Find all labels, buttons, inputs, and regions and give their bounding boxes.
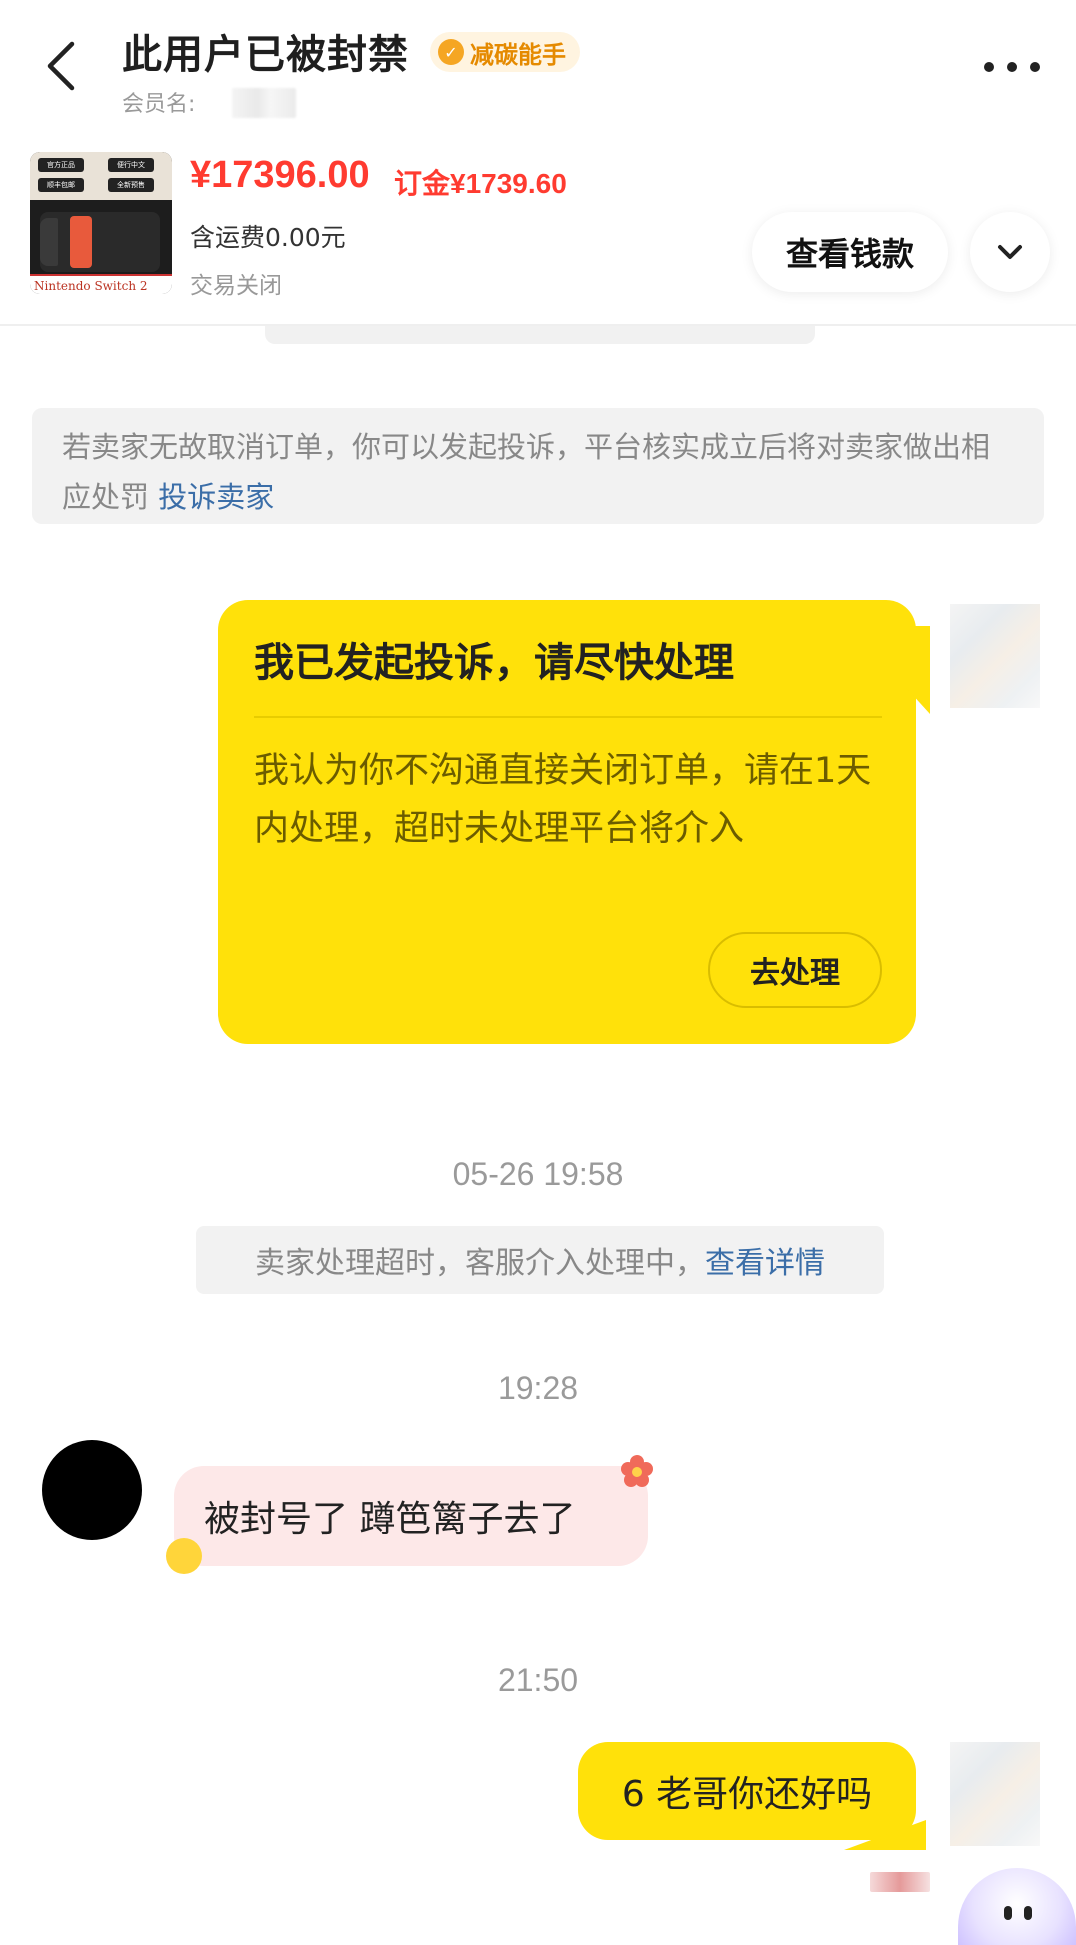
shipping-fee: 含运费0.00元 [190, 223, 346, 252]
complaint-notice: 若卖家无故取消订单，你可以发起投诉，平台核实成立后将对卖家做出相应处罚 投诉卖家 [32, 408, 1044, 524]
back-button[interactable] [36, 38, 86, 94]
console-image [40, 212, 160, 272]
timestamp: 21:50 [497, 1662, 579, 1698]
product-thumbnail[interactable]: 官方正品 便行中文 顺丰包邮 全新预售 Nintendo Switch 2 [30, 152, 172, 294]
page-title: 此用户已被封禁 [122, 32, 409, 78]
collapsed-panel [265, 326, 815, 344]
timestamp: 19:28 [497, 1370, 579, 1406]
order-price: ¥17396.00 [190, 154, 370, 196]
avatar[interactable] [950, 604, 1040, 708]
system-message: 卖家处理超时，客服介入处理中， 查看详情 [196, 1226, 884, 1294]
view-details-link[interactable]: 查看详情 [705, 1238, 825, 1282]
thumb-chip: 顺丰包邮 [38, 178, 84, 192]
timestamp: 05-26 19:58 [452, 1156, 624, 1192]
incoming-message[interactable]: 被封号了 蹲笆篱子去了 [174, 1466, 648, 1566]
more-options-button[interactable] [984, 52, 1040, 82]
complaint-body: 我认为你不沟通直接关闭订单，请在1天内处理，超时未处理平台将介入 [254, 751, 872, 849]
thumb-chip: 官方正品 [38, 158, 84, 172]
chevron-down-icon [998, 245, 1022, 259]
complaint-title: 我已发起投诉，请尽快处理 [254, 640, 734, 686]
avatar[interactable] [950, 1742, 1040, 1846]
badge-label: 减碳能手 [470, 40, 566, 69]
expand-button[interactable] [970, 212, 1050, 292]
thumb-caption: Nintendo Switch 2 [30, 274, 172, 294]
leaf-icon: ✓ [438, 39, 464, 65]
member-name-redacted [232, 88, 296, 118]
carbon-badge[interactable]: ✓ 减碳能手 [430, 32, 580, 72]
system-text: 卖家处理超时，客服介入处理中， [255, 1246, 705, 1281]
outgoing-message[interactable]: 6 老哥你还好吗 [578, 1742, 916, 1840]
thumb-chip: 便行中文 [108, 158, 154, 172]
redacted-chip [870, 1872, 930, 1892]
complain-seller-link[interactable]: 投诉卖家 [158, 480, 274, 514]
divider [254, 716, 882, 718]
handle-button[interactable]: 去处理 [708, 932, 882, 1008]
avatar[interactable] [42, 1440, 142, 1540]
member-name-label: 会员名: [122, 92, 196, 117]
chevron-left-icon [47, 41, 75, 91]
thumb-chip: 全新预售 [108, 178, 154, 192]
mascot-icon[interactable] [958, 1868, 1076, 1945]
order-deposit: 订金¥1739.60 [394, 168, 567, 199]
view-money-button[interactable]: 查看钱款 [752, 212, 948, 292]
more-dots-icon [984, 62, 994, 72]
chick-icon [166, 1538, 202, 1574]
flower-icon [620, 1454, 654, 1488]
trade-status: 交易关闭 [190, 273, 282, 299]
